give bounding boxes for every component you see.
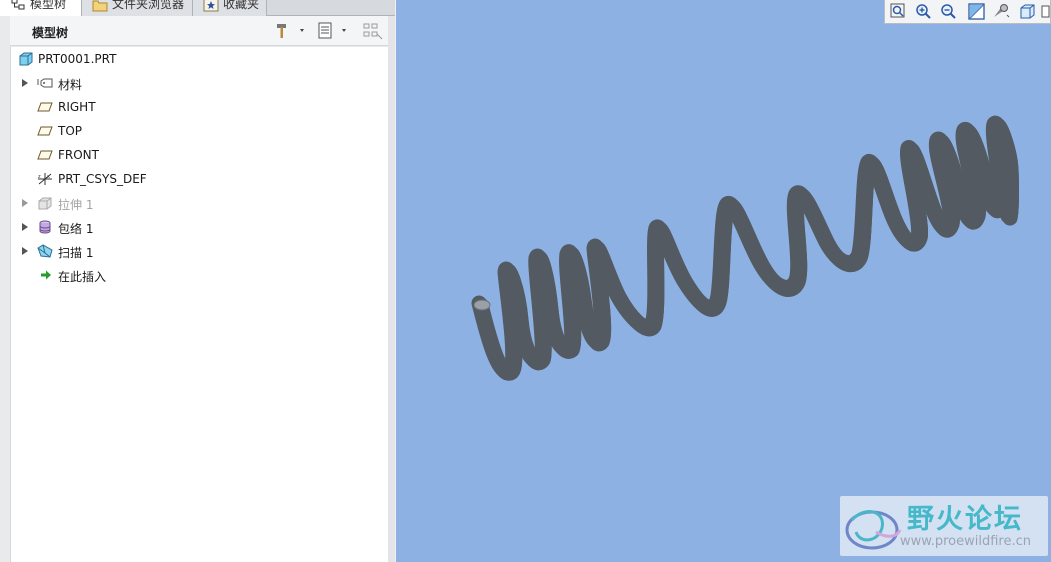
tree-item-csys[interactable]: x z PRT_CSYS_DEF xyxy=(11,169,389,189)
svg-text:x: x xyxy=(47,174,50,180)
favorites-icon xyxy=(203,0,219,12)
watermark-url: www.proewildfire.cn xyxy=(900,534,1031,549)
svg-text:z: z xyxy=(38,174,41,180)
tab-label: 文件夹浏览器 xyxy=(112,0,185,11)
more-view-tools-button[interactable] xyxy=(1039,2,1051,21)
tree-item-label: 材料 xyxy=(58,78,83,92)
forum-watermark: 野火论坛 www.proewildfire.cn xyxy=(840,496,1048,556)
tree-root-label: PRT0001.PRT xyxy=(38,52,117,66)
tree-item-label: 拉伸 1 xyxy=(58,198,94,212)
tab-strip: 模型树 文件夹浏览器 收藏夹 xyxy=(0,0,395,16)
repaint-icon xyxy=(968,3,985,20)
more-icon xyxy=(1041,5,1050,18)
hammer-icon xyxy=(277,24,304,38)
display-style-icon xyxy=(1020,4,1035,19)
zoom-fit-button[interactable] xyxy=(889,2,909,21)
expand-arrow-icon[interactable] xyxy=(22,223,28,231)
display-style-button[interactable] xyxy=(1018,2,1038,21)
expand-arrow-icon[interactable] xyxy=(22,247,28,255)
material-tag-icon xyxy=(37,78,53,88)
spring-end-cap xyxy=(473,299,491,311)
tree-item-sweep[interactable]: 扫描 1 xyxy=(11,241,389,261)
tab-label: 收藏夹 xyxy=(223,0,260,11)
tree-item-label: PRT_CSYS_DEF xyxy=(58,172,147,186)
tree-item-wrap[interactable]: 包络 1 xyxy=(11,217,389,237)
tree-item-label: 扫描 1 xyxy=(58,246,94,260)
insert-here-arrow-icon xyxy=(41,270,51,280)
panel-splitter[interactable] xyxy=(388,16,395,562)
view-manager-icon xyxy=(994,4,1010,18)
spring-model[interactable] xyxy=(396,0,1051,562)
tree-item-front-plane[interactable]: FRONT xyxy=(11,145,389,165)
graphics-viewport[interactable]: 野火论坛 www.proewildfire.cn xyxy=(396,0,1051,562)
list-icon xyxy=(318,22,346,39)
tree-item-label: RIGHT xyxy=(58,100,96,114)
spring-coil-highlight xyxy=(479,123,1010,371)
zoom-in-button[interactable] xyxy=(914,2,934,21)
zoom-out-button[interactable] xyxy=(939,2,959,21)
tree-show-button[interactable] xyxy=(316,22,356,40)
wrap-icon xyxy=(39,220,51,234)
datum-plane-icon xyxy=(37,150,53,160)
zoom-out-icon xyxy=(941,4,956,19)
tree-item-extrude[interactable]: 拉伸 1 xyxy=(11,193,389,213)
model-tree-icon xyxy=(11,0,25,10)
folder-icon xyxy=(92,0,108,12)
zoom-fit-icon xyxy=(890,3,905,18)
wildfire-logo-icon xyxy=(845,510,902,550)
tree-settings-button[interactable] xyxy=(274,22,312,40)
left-panel: 模型树 文件夹浏览器 收藏夹 模型树 PRT0001.PRT 材料 RIGHT … xyxy=(0,0,395,562)
view-manager-button[interactable] xyxy=(991,2,1011,21)
coordinate-system-icon: x z xyxy=(38,173,52,185)
sweep-icon xyxy=(37,244,53,258)
tab-favorites[interactable]: 收藏夹 xyxy=(193,0,267,16)
tree-root-part[interactable]: PRT0001.PRT xyxy=(11,49,389,69)
expand-arrow-icon[interactable] xyxy=(22,79,28,87)
expand-arrow-icon[interactable] xyxy=(22,199,28,207)
extrude-icon xyxy=(38,197,52,210)
tree-item-insert-here[interactable]: 在此插入 xyxy=(11,265,389,285)
tree-item-material[interactable]: 材料 xyxy=(11,73,389,93)
model-tree-title: 模型树 xyxy=(32,26,69,40)
datum-plane-icon xyxy=(37,126,53,136)
tree-item-label: 在此插入 xyxy=(58,270,107,284)
tab-folder-browser[interactable]: 文件夹浏览器 xyxy=(82,0,193,16)
zoom-in-icon xyxy=(916,4,931,19)
tree-item-right-plane[interactable]: RIGHT xyxy=(11,97,389,117)
part-icon xyxy=(19,52,33,66)
view-toolbar xyxy=(884,0,1051,24)
tab-label: 模型树 xyxy=(30,0,67,11)
model-tree-header: 模型树 xyxy=(10,16,390,46)
tree-columns-icon xyxy=(363,23,383,40)
tree-filter-button[interactable] xyxy=(362,22,384,40)
tree-item-label: FRONT xyxy=(58,148,99,162)
repaint-button[interactable] xyxy=(967,2,987,21)
datum-plane-icon xyxy=(37,102,53,112)
model-tree: PRT0001.PRT 材料 RIGHT TOP FRONT x z PRT_C… xyxy=(10,47,388,562)
tree-item-label: TOP xyxy=(58,124,83,138)
tree-item-label: 包络 1 xyxy=(58,222,94,236)
tree-item-top-plane[interactable]: TOP xyxy=(11,121,389,141)
tab-model-tree[interactable]: 模型树 xyxy=(0,0,82,16)
watermark-site-name: 野火论坛 xyxy=(907,504,1023,535)
